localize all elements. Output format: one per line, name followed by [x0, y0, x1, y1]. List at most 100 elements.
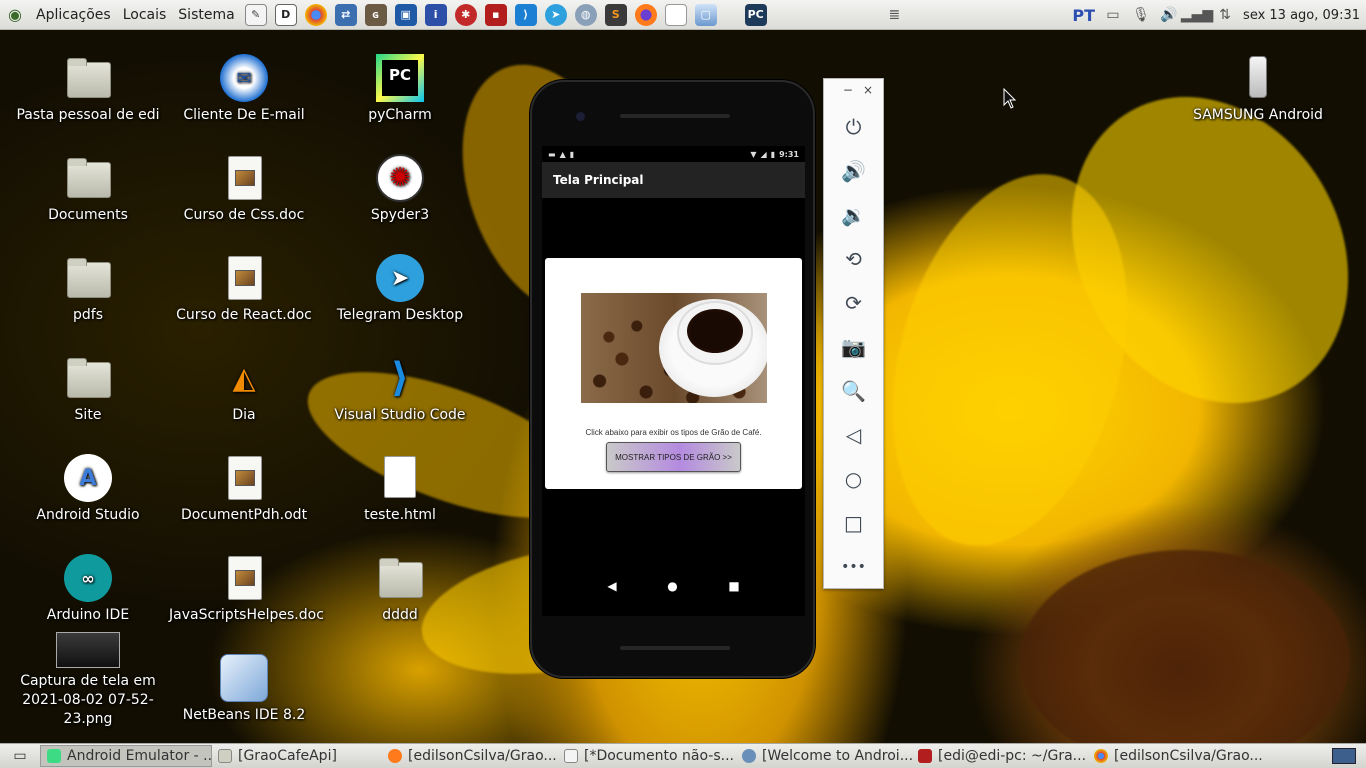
desktop-icon-arduino[interactable]: ∞ Arduino IDE [13, 554, 163, 625]
rotate-left-icon[interactable]: ⟲ [824, 237, 883, 281]
sublime-icon[interactable]: S [604, 3, 627, 26]
globe-icon[interactable]: ◍ [574, 3, 597, 26]
network-status-icon[interactable]: ⇅ [1215, 5, 1235, 25]
desktop-icon-site[interactable]: Site [13, 354, 163, 425]
html-file-icon [376, 454, 424, 502]
desktop-icon-curso-react[interactable]: Curso de React.doc [169, 254, 319, 325]
android-studio-task-icon [742, 749, 756, 763]
desktop-icon-pycharm[interactable]: PC pyCharm [325, 54, 475, 125]
task-documento[interactable]: [*Documento não-s... [558, 745, 736, 767]
text-editor-icon[interactable]: ✎ [244, 3, 267, 26]
volume-up-icon[interactable]: 🔊 [824, 149, 883, 193]
task-graocafeapi[interactable]: [GraoCafeApi] [212, 745, 382, 767]
desktop-icon-curso-css[interactable]: Curso de Css.doc [169, 154, 319, 225]
wifi-icon: ▼ [750, 149, 757, 159]
nav-recents-icon[interactable]: ■ [728, 579, 739, 593]
home-icon[interactable]: ○ [824, 457, 883, 501]
zoom-icon[interactable]: 🔍 [824, 369, 883, 413]
chrome-icon[interactable] [304, 3, 327, 26]
menu-locais[interactable]: Locais [117, 0, 173, 30]
clock[interactable]: sex 13 ago, 09:31 [1243, 8, 1360, 23]
desktop-icon-javascripts[interactable]: JavaScriptsHelpes.doc [169, 554, 324, 625]
database-icon[interactable]: ≣ [884, 5, 904, 25]
volume-down-icon[interactable]: 🔉 [824, 193, 883, 237]
desktop-icon-label: Arduino IDE [46, 607, 130, 623]
rotate-right-icon[interactable]: ⟳ [824, 281, 883, 325]
more-icon[interactable]: ••• [824, 545, 883, 589]
bottom-taskbar: ▭ Android Emulator - ... [GraoCafeApi] [… [0, 743, 1366, 768]
red-app-icon[interactable]: ✱ [454, 3, 477, 26]
desktop-icon-pdfs[interactable]: pdfs [13, 254, 163, 325]
task-welcome-android[interactable]: [Welcome to Androi... [736, 745, 912, 767]
terminal-icon[interactable]: ▪ [484, 3, 507, 26]
task-label: [Welcome to Androi... [762, 748, 912, 764]
gimp-icon[interactable]: ɢ [364, 3, 387, 26]
task-terminal[interactable]: [edi@edi-pc: ~/Gra... [912, 745, 1088, 767]
firefox-task-icon [388, 749, 402, 763]
minimize-button[interactable]: − [843, 83, 853, 105]
camera-icon[interactable]: 📷 [824, 325, 883, 369]
info-icon[interactable]: i [424, 3, 447, 26]
desktop-icon-android-studio[interactable]: A Android Studio [13, 454, 163, 525]
desktop-icon-samsung-android[interactable]: SAMSUNG Android [1183, 54, 1333, 125]
network-icon[interactable]: ⇄ [334, 3, 357, 26]
desktop-icon-screenshot[interactable]: Captura de tela em 2021-08-02 07-52-23.p… [13, 632, 163, 729]
close-button[interactable]: × [863, 83, 873, 105]
firefox-icon[interactable] [634, 3, 657, 26]
task-github-1[interactable]: [edilsonCsilva/Grao... [382, 745, 558, 767]
show-grain-types-button[interactable]: MOSTRAR TIPOS DE GRÃO >> [606, 442, 741, 472]
netbeans-icon[interactable]: ▢ [694, 3, 717, 26]
microphone-icon[interactable]: 🎙 [1131, 5, 1151, 25]
earpiece [620, 114, 730, 118]
desktop-icon-email[interactable]: ✉ Cliente De E-mail [169, 54, 319, 125]
desktop-icon-documents[interactable]: Documents [13, 154, 163, 225]
back-icon[interactable]: ◁ [824, 413, 883, 457]
signal-icon[interactable]: ▂▄▆ [1181, 5, 1213, 25]
nav-back-icon[interactable]: ◀ [607, 579, 616, 593]
vscode-icon: ⟩ [390, 354, 410, 401]
dia-icon[interactable]: D [274, 3, 297, 26]
menu-sistema[interactable]: Sistema [172, 0, 240, 30]
desktop-icon-label: Visual Studio Code [334, 407, 466, 423]
power-icon[interactable]: ⏻ [824, 105, 883, 149]
desktop-icon-netbeans[interactable]: NetBeans IDE 8.2 [169, 654, 319, 725]
android-emulator-device: ▬ ▲ ▮ ▼ ◢ ▮ 9:31 Tela Principal Click ab… [530, 80, 815, 678]
emulator-toolbar: − × ⏻ 🔊 🔉 ⟲ ⟳ 📷 🔍 ◁ ○ □ ••• [823, 78, 884, 589]
telegram-icon: ➤ [376, 254, 424, 302]
pycharm-icon[interactable]: PC [744, 3, 767, 26]
desktop-icon-dddd[interactable]: dddd [325, 554, 475, 625]
desktop-icon-teste-html[interactable]: teste.html [325, 454, 475, 525]
document-icon [220, 254, 268, 302]
task-github-2[interactable]: [edilsonCsilva/Grao... [1088, 745, 1264, 767]
system-logo-icon[interactable]: ◉ [4, 4, 26, 26]
coffee-cup-image [581, 293, 767, 403]
workspace-switcher[interactable] [1326, 745, 1366, 767]
sdcard-icon: ▮ [569, 149, 575, 159]
desktop-icon-home[interactable]: Pasta pessoal de edi [13, 54, 163, 125]
desktop-icon-label: Android Studio [36, 507, 140, 523]
show-desktop-icon[interactable]: ▭ [0, 745, 40, 767]
desktop-icon-label: Site [74, 407, 102, 423]
desktop-icon-spyder[interactable]: ✺ Spyder3 [325, 154, 475, 225]
vscode-icon[interactable]: ⟩ [514, 3, 537, 26]
desktop-icon-dia[interactable]: ◭ Dia [169, 354, 319, 425]
desktop-icon-label: Cliente De E-mail [183, 107, 305, 123]
volume-icon[interactable]: 🔊 [1159, 5, 1179, 25]
desktop-icon-telegram[interactable]: ➤ Telegram Desktop [325, 254, 475, 325]
menu-aplicacoes[interactable]: Aplicações [30, 0, 117, 30]
overview-icon[interactable]: □ [824, 501, 883, 545]
desktop-icon-documentpdh[interactable]: DocumentPdh.odt [169, 454, 319, 525]
task-label: [GraoCafeApi] [238, 748, 337, 764]
task-android-emulator[interactable]: Android Emulator - ... [40, 745, 212, 767]
keyboard-layout-indicator[interactable]: PT [1072, 6, 1095, 25]
blank-doc-icon[interactable] [664, 3, 687, 26]
virtualbox-icon[interactable]: ▣ [394, 3, 417, 26]
telegram-icon[interactable]: ➤ [544, 3, 567, 26]
nav-home-icon[interactable]: ● [667, 579, 677, 593]
device-screen[interactable]: ▬ ▲ ▮ ▼ ◢ ▮ 9:31 Tela Principal Click ab… [542, 146, 805, 616]
desktop-icon-vscode[interactable]: ⟩ Visual Studio Code [325, 354, 475, 425]
folder-icon [64, 154, 112, 202]
desktop-icon-label: Curso de React.doc [176, 307, 312, 323]
monitor-icon[interactable]: ▭ [1103, 5, 1123, 25]
folder-icon [376, 554, 424, 602]
